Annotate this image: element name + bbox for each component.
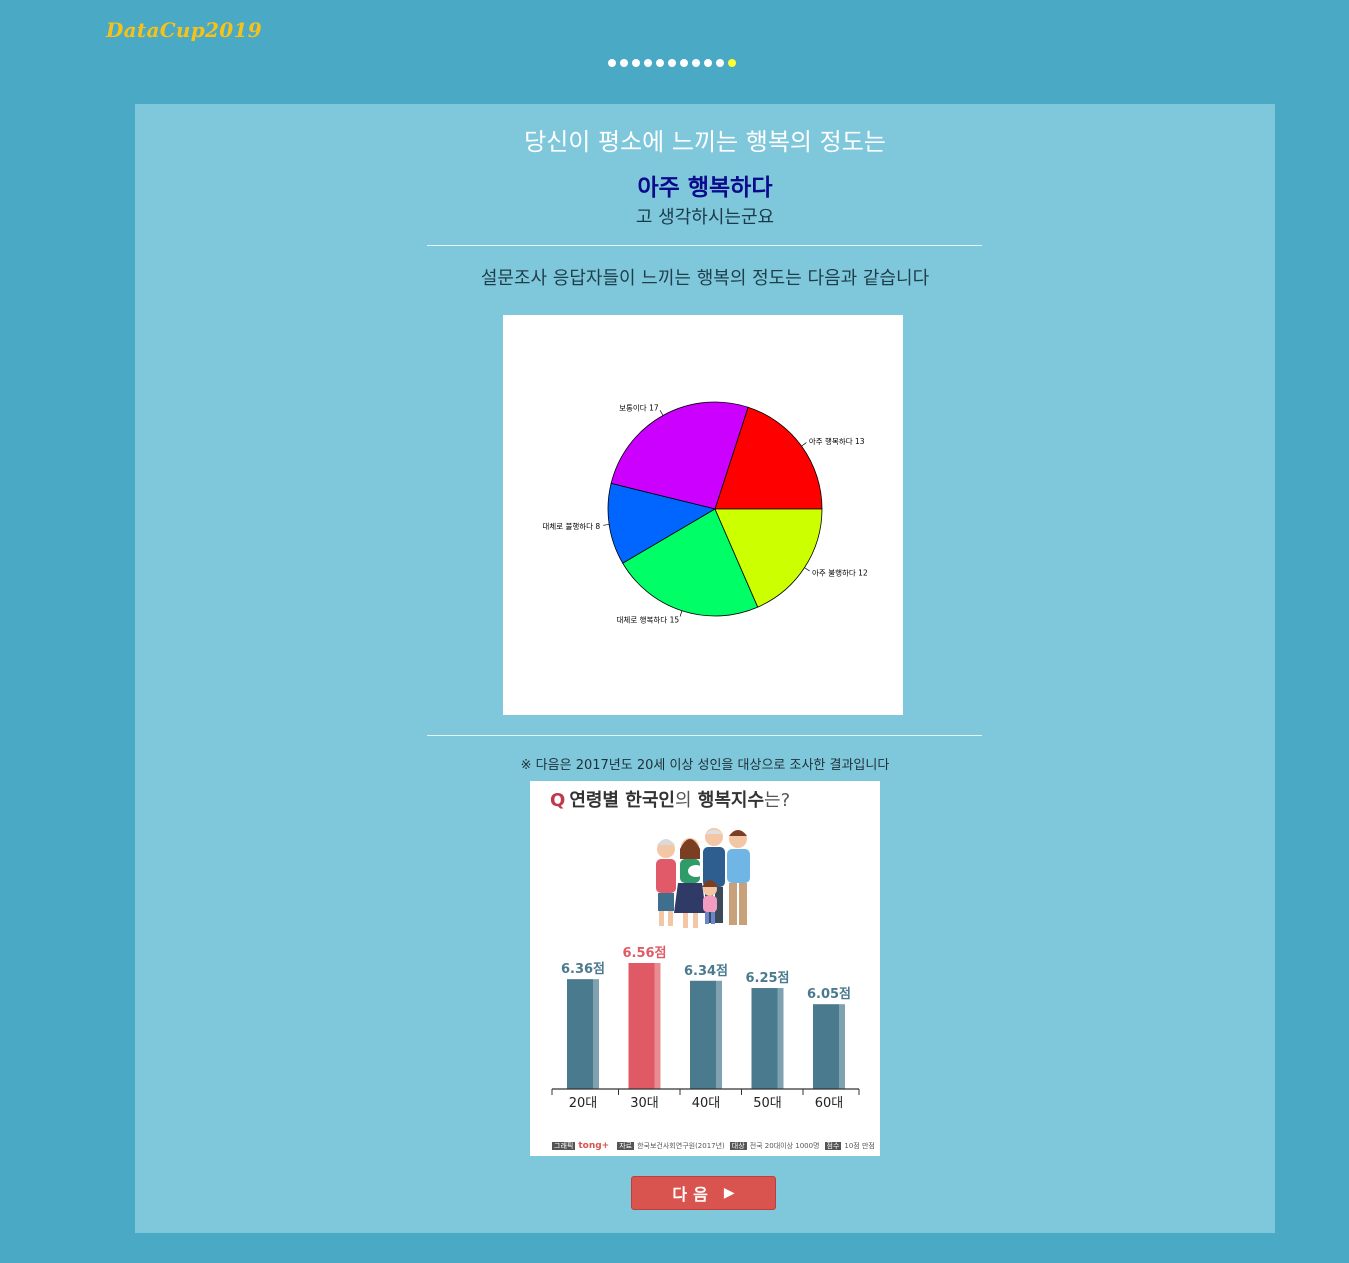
pie-leader-line	[679, 610, 683, 617]
bar-value-label: 6.25점	[745, 971, 789, 986]
selected-answer: 아주 행복하다	[637, 175, 773, 201]
pie-slice-label: 대체로 행복하다 15	[617, 614, 680, 624]
age-happiness-infographic: Q 연령별 한국인의 행복지수는? 6.36점 20대 6.56점 30대 6.…	[530, 781, 880, 1156]
bar	[751, 988, 778, 1089]
progress-dot	[692, 59, 700, 67]
progress-dot	[704, 59, 712, 67]
pie-slice-label: 대체로 불행하다 8	[542, 521, 600, 531]
progress-dot	[620, 59, 628, 67]
bar-value-label: 6.36점	[561, 962, 605, 977]
pie-leader-line	[659, 410, 664, 416]
pie-leader-line	[603, 524, 610, 526]
bar-category-label: 40대	[692, 1096, 721, 1111]
bar-category-label: 60대	[815, 1096, 844, 1111]
bar-category-label: 20대	[569, 1096, 598, 1111]
pie-chart-svg: 아주 행복하다 13 보통이다 17 대체로 불행하다 8 대체로 행복하다 15 아주…	[542, 401, 868, 624]
progress-dot	[632, 59, 640, 67]
progress-dot	[656, 59, 664, 67]
progress-dot	[716, 59, 724, 67]
father-figure	[727, 830, 750, 925]
question-title: 당신이 평소에 느끼는 행복의 정도는	[524, 128, 886, 156]
bar-value-label: 6.05점	[807, 987, 851, 1002]
progress-dots	[608, 59, 736, 67]
bar	[567, 979, 593, 1089]
bar-category-label: 30대	[630, 1096, 659, 1111]
infographic-footer: 그래픽 tong+ 자료 한국보건사회연구원(2017년) 대상 전국 20대이상 100…	[552, 1141, 875, 1151]
mother-figure	[674, 838, 706, 928]
bar	[813, 1004, 839, 1089]
bar	[628, 963, 655, 1089]
bar-shade	[593, 979, 599, 1089]
progress-dot	[644, 59, 652, 67]
bar-value-label: 6.56점	[622, 946, 666, 961]
pie-slice-label: 아주 행복하다 13	[809, 436, 865, 446]
brand-logo: DataCup2019	[106, 18, 262, 42]
infographic-title: Q 연령별 한국인의 행복지수는?	[550, 790, 791, 811]
bar	[690, 980, 716, 1089]
bar-chart-svg: 6.36점 20대 6.56점 30대 6.34점 40대 6.25점 50대 6.05점 60대	[551, 946, 860, 1111]
bar-value-label: 6.34점	[684, 964, 728, 979]
bar-shade	[716, 980, 722, 1089]
play-triangle-icon: ▶	[723, 1185, 735, 1201]
progress-dot-current	[728, 59, 736, 67]
answer-suffix: 고 생각하시는군요	[635, 207, 775, 228]
bar-shade	[839, 1004, 845, 1089]
progress-dot	[668, 59, 676, 67]
grandmother-figure	[656, 839, 676, 926]
pie-leader-line	[804, 567, 810, 572]
survey-title: 설문조사 응답자들이 느끼는 행복의 정도는 다음과 같습니다	[480, 268, 930, 289]
bar-shade	[654, 963, 661, 1089]
pie-slice-label: 보통이다 17	[619, 403, 659, 413]
divider	[427, 245, 982, 246]
next-button[interactable]: 다음 ▶	[631, 1176, 776, 1210]
bar-category-label: 50대	[753, 1096, 782, 1111]
divider	[427, 735, 982, 736]
pie-slice-label: 아주 불행하다 12	[812, 568, 868, 578]
question-panel: 당신이 평소에 느끼는 행복의 정도는 아주 행복하다 고 생각하시는군요 설문…	[135, 104, 1275, 1233]
bar-shade	[777, 988, 784, 1089]
progress-dot	[680, 59, 688, 67]
next-button-label: 다음	[672, 1185, 714, 1204]
pie-chart: 아주 행복하다 13 보통이다 17 대체로 불행하다 8 대체로 행복하다 15 아주…	[503, 315, 903, 715]
pie-leader-line	[801, 442, 807, 447]
survey-note: ※ 다음은 2017년도 20세 이상 성인을 대상으로 조사한 결과입니다	[520, 758, 890, 773]
progress-dot	[608, 59, 616, 67]
